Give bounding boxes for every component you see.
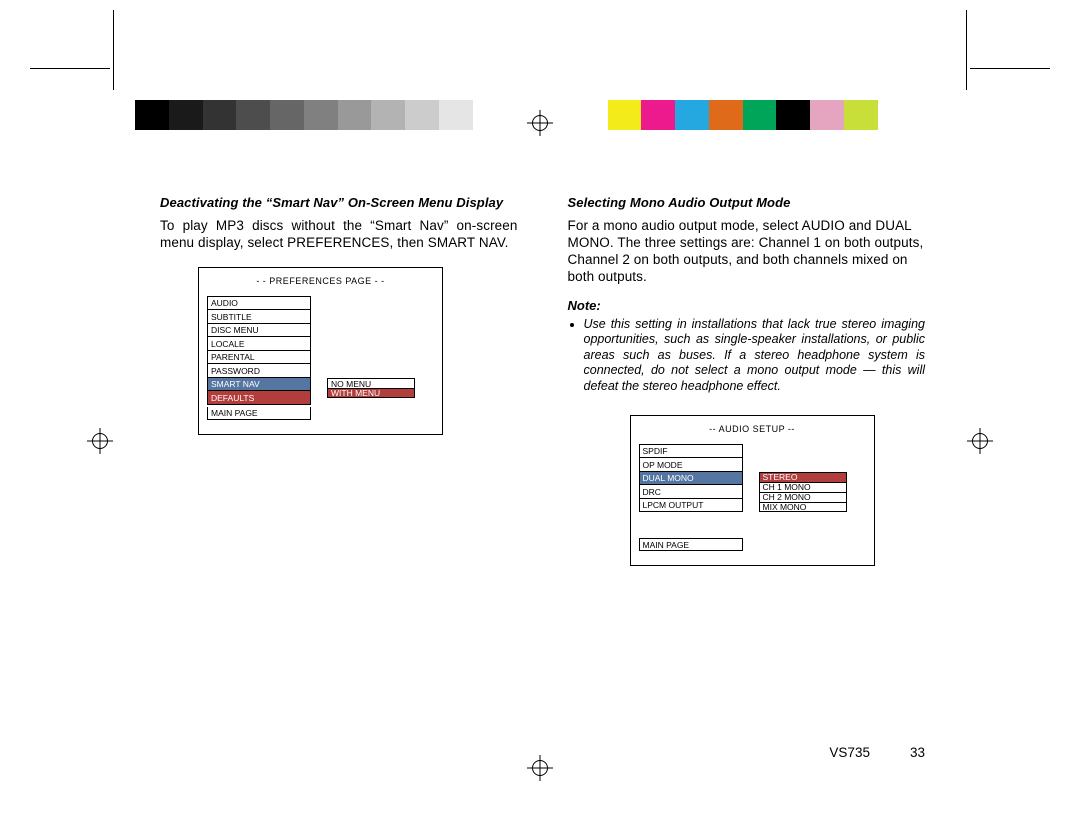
menu-item: SMART NAV: [207, 377, 311, 391]
note-list: Use this setting in installations that l…: [584, 317, 926, 395]
main-page-item: MAIN PAGE: [639, 538, 743, 551]
color-swatch: [439, 100, 473, 130]
color-swatch: [743, 100, 777, 130]
color-swatch: [371, 100, 405, 130]
color-swatch: [304, 100, 338, 130]
registration-mark-icon: [92, 433, 108, 449]
submenu: NO MENUWITH MENU: [327, 378, 415, 398]
section-heading: Selecting Mono Audio Output Mode: [568, 195, 926, 210]
audio-setup-menu-screenshot: -- AUDIO SETUP -- SPDIFOP MODEDUAL MONOD…: [630, 415, 875, 567]
color-swatch: [911, 100, 945, 130]
menu-item: PARENTAL: [207, 350, 311, 364]
color-bars: [135, 100, 945, 130]
menu-item: PASSWORD: [207, 363, 311, 377]
menu-item: DISC MENU: [207, 323, 311, 337]
page-number: 33: [910, 745, 925, 760]
menu-title: -- AUDIO SETUP --: [639, 424, 866, 434]
crop-mark-v: [113, 10, 114, 90]
color-swatch: [203, 100, 237, 130]
menu-item: DRC: [639, 484, 743, 498]
color-swatch: [338, 100, 372, 130]
right-column: Selecting Mono Audio Output Mode For a m…: [568, 195, 926, 566]
color-swatch: [608, 100, 642, 130]
color-swatch: [641, 100, 675, 130]
menu-list: SPDIFOP MODEDUAL MONODRCLPCM OUTPUT: [639, 444, 743, 513]
left-column: Deactivating the “Smart Nav” On-Screen M…: [160, 195, 518, 566]
color-swatch: [878, 100, 912, 130]
submenu-item: MIX MONO: [759, 502, 847, 512]
menu-list: AUDIOSUBTITLEDISC MENULOCALEPARENTALPASS…: [207, 296, 311, 405]
submenu-item: WITH MENU: [327, 388, 415, 398]
color-swatch: [675, 100, 709, 130]
menu-item: DUAL MONO: [639, 471, 743, 485]
note-label: Note:: [568, 298, 926, 313]
menu-item: LOCALE: [207, 336, 311, 350]
submenu-item: NO MENU: [327, 378, 415, 388]
submenu-item: CH 2 MONO: [759, 492, 847, 502]
note-item: Use this setting in installations that l…: [584, 317, 926, 395]
crop-mark-v: [966, 10, 967, 90]
color-swatch: [776, 100, 810, 130]
menu-item: SPDIF: [639, 444, 743, 458]
page-footer: VS735 33: [829, 745, 925, 760]
color-swatch: [236, 100, 270, 130]
color-swatch: [810, 100, 844, 130]
color-swatch: [169, 100, 203, 130]
body-text: To play MP3 discs without the “Smart Nav…: [160, 218, 518, 252]
menu-item: DEFAULTS: [207, 390, 311, 405]
model-number: VS735: [829, 745, 870, 760]
menu-item: AUDIO: [207, 296, 311, 310]
crop-marks: [0, 60, 1080, 80]
preferences-menu-screenshot: - - PREFERENCES PAGE - - AUDIOSUBTITLEDI…: [198, 267, 443, 435]
submenu: STEREOCH 1 MONOCH 2 MONOMIX MONO: [759, 472, 847, 512]
color-swatch: [844, 100, 878, 130]
color-swatch: [405, 100, 439, 130]
registration-mark-icon: [532, 760, 548, 776]
section-heading: Deactivating the “Smart Nav” On-Screen M…: [160, 195, 518, 210]
body-text: For a mono audio output mode, select AUD…: [568, 218, 926, 286]
color-swatch: [270, 100, 304, 130]
submenu-item: CH 1 MONO: [759, 482, 847, 492]
registration-mark-icon: [972, 433, 988, 449]
main-page-item: MAIN PAGE: [207, 407, 311, 420]
menu-item: OP MODE: [639, 457, 743, 471]
color-swatch: [135, 100, 169, 130]
menu-title: - - PREFERENCES PAGE - -: [207, 276, 434, 286]
color-swatch: [709, 100, 743, 130]
color-swatch: [473, 100, 507, 130]
submenu-item: STEREO: [759, 472, 847, 482]
menu-item: SUBTITLE: [207, 309, 311, 323]
menu-item: LPCM OUTPUT: [639, 498, 743, 513]
